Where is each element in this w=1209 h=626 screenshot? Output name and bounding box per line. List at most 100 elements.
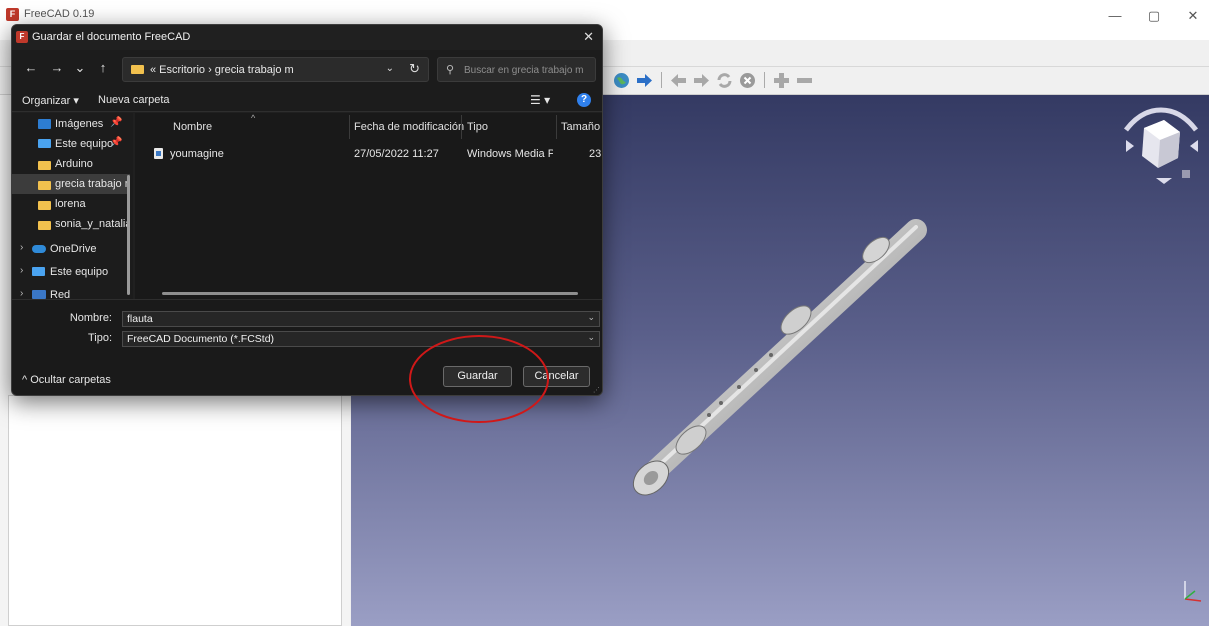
recent-locations-button[interactable]: ⌄ — [71, 59, 89, 77]
file-type: Windows Media Pl... — [467, 148, 553, 160]
zoom-out-icon[interactable] — [795, 71, 814, 90]
stop-icon[interactable] — [738, 71, 757, 90]
search-input[interactable] — [464, 62, 592, 78]
nav-item-sonia-y-natalia[interactable]: sonia_y_natalia — [12, 214, 130, 234]
forward-arrow-gray-icon[interactable] — [692, 71, 711, 90]
view-toolbar — [612, 70, 814, 90]
nav-item-label: grecia trabajo m — [55, 178, 130, 190]
filetype-value[interactable]: FreeCAD Documento (*.FCStd) — [127, 333, 274, 345]
column-header-size[interactable]: Tamaño — [561, 121, 600, 133]
folder-icon — [38, 219, 51, 231]
dialog-close-button[interactable]: ✕ — [583, 29, 594, 45]
pin-icon: 📌 — [110, 117, 123, 128]
command-bar: Organizar ▾ Nueva carpeta ☰ ▾ ? — [12, 88, 602, 112]
flute-3d-model[interactable] — [621, 205, 951, 515]
sort-arrow-icon: ^ — [251, 113, 256, 123]
dialog-titlebar: F Guardar el documento FreeCAD ✕ — [12, 25, 602, 50]
globe-icon[interactable] — [612, 71, 631, 90]
column-header-modified[interactable]: Fecha de modificación — [354, 121, 464, 133]
media-file-icon — [154, 148, 163, 159]
property-panel — [8, 395, 342, 626]
toolbar-separator — [764, 72, 765, 88]
folder-icon — [38, 179, 51, 191]
view-options-icon[interactable]: ☰ ▾ — [530, 93, 550, 107]
file-list-scrollbar[interactable] — [162, 292, 578, 295]
file-modified: 27/05/2022 11:27 — [354, 148, 439, 160]
file-list: ^ Nombre Fecha de modificación Tipo Tama… — [135, 113, 602, 299]
expand-chevron-icon[interactable]: › — [20, 265, 23, 276]
freecad-app-icon: F — [6, 8, 19, 21]
toolbar-separator — [661, 72, 662, 88]
nav-item-label: sonia_y_natalia — [55, 218, 130, 230]
nav-item-label: lorena — [55, 198, 86, 210]
folder-icon — [131, 65, 144, 74]
nav-item-label: OneDrive — [50, 243, 97, 255]
chevron-down-icon[interactable]: ⌄ — [587, 332, 595, 343]
cloud-icon — [32, 244, 46, 256]
hide-folders-toggle[interactable]: ^ Ocultar carpetas — [22, 374, 111, 386]
resize-grip-icon[interactable]: ⋰ — [593, 386, 600, 394]
maximize-button[interactable]: ▢ — [1139, 6, 1169, 26]
chevron-down-icon[interactable]: ⌄ — [587, 312, 595, 323]
back-button[interactable]: ← — [22, 59, 40, 77]
nav-item-label: Este equipo — [50, 266, 109, 278]
new-folder-button[interactable]: Nueva carpeta — [98, 94, 170, 106]
expand-chevron-icon[interactable]: › — [20, 242, 23, 253]
zoom-in-icon[interactable] — [772, 71, 791, 90]
nav-item-onedrive[interactable]: › OneDrive — [12, 239, 130, 259]
organize-button[interactable]: Organizar ▾ — [22, 94, 79, 107]
network-icon — [32, 290, 46, 299]
expand-chevron-icon[interactable]: › — [20, 288, 23, 299]
computer-icon — [32, 267, 45, 279]
nav-item-grecia-trabajo[interactable]: grecia trabajo m — [12, 174, 130, 194]
nav-item-label: Red — [50, 289, 71, 299]
minimize-button[interactable]: — — [1100, 6, 1130, 26]
freecad-dialog-icon: F — [16, 31, 28, 43]
navigation-pane: Imágenes 📌 Este equipo 📌 Arduino grecia … — [12, 113, 133, 299]
nav-item-lorena[interactable]: lorena — [12, 194, 130, 214]
filename-value[interactable]: flauta — [127, 313, 153, 325]
window-title: FreeCAD 0.19 — [24, 8, 95, 20]
forward-arrow-icon[interactable] — [635, 71, 654, 90]
refresh-icon[interactable] — [715, 71, 734, 90]
computer-icon — [38, 139, 51, 151]
nav-item-red[interactable]: › Red — [12, 285, 130, 299]
column-header-name[interactable]: Nombre — [173, 121, 212, 133]
column-divider[interactable] — [556, 115, 557, 139]
search-box[interactable]: ⚲ — [437, 57, 596, 82]
nav-item-este-equipo-pinned[interactable]: Este equipo 📌 — [12, 134, 130, 154]
image-icon — [38, 119, 51, 132]
filename-label: Nombre: — [69, 312, 112, 324]
up-folder-button[interactable]: ↑ — [94, 59, 112, 77]
nav-pane-scrollbar[interactable] — [127, 175, 130, 295]
address-dropdown-button[interactable]: ⌄ — [386, 63, 394, 74]
annotation-circle — [409, 335, 549, 423]
column-divider[interactable] — [461, 115, 462, 139]
nav-item-imagenes[interactable]: Imágenes 📌 — [12, 114, 130, 134]
file-size: 23 — [589, 148, 602, 160]
nav-item-este-equipo[interactable]: › Este equipo — [12, 262, 130, 282]
dialog-title: Guardar el documento FreeCAD — [32, 31, 191, 43]
nav-item-label: Imágenes — [55, 118, 104, 130]
file-row[interactable]: youmagine 27/05/2022 11:27 Windows Media… — [135, 144, 602, 164]
nav-item-label: Arduino — [55, 158, 93, 170]
filename-field[interactable]: flauta ⌄ — [122, 311, 600, 327]
breadcrumb[interactable]: « Escritorio › grecia trabajo m — [150, 64, 294, 76]
filetype-label: Tipo: — [87, 332, 112, 344]
address-bar[interactable]: « Escritorio › grecia trabajo m ⌄ ↻ — [122, 57, 429, 82]
file-name: youmagine — [170, 148, 224, 160]
close-window-button[interactable]: ✕ — [1178, 6, 1208, 26]
column-divider[interactable] — [349, 115, 350, 139]
nav-item-label: Este equipo — [55, 138, 114, 150]
column-header-type[interactable]: Tipo — [467, 121, 488, 133]
help-icon[interactable]: ? — [577, 93, 591, 107]
axis-indicator-icon — [1184, 581, 1202, 602]
back-arrow-gray-icon[interactable] — [669, 71, 688, 90]
navigation-cube-icon[interactable] — [1116, 100, 1206, 190]
folder-icon — [38, 159, 51, 171]
refresh-button[interactable]: ↻ — [409, 61, 420, 77]
search-icon: ⚲ — [446, 64, 455, 76]
nav-item-arduino[interactable]: Arduino — [12, 154, 130, 174]
filetype-select[interactable]: FreeCAD Documento (*.FCStd) ⌄ — [122, 331, 600, 347]
forward-button[interactable]: → — [48, 59, 66, 77]
